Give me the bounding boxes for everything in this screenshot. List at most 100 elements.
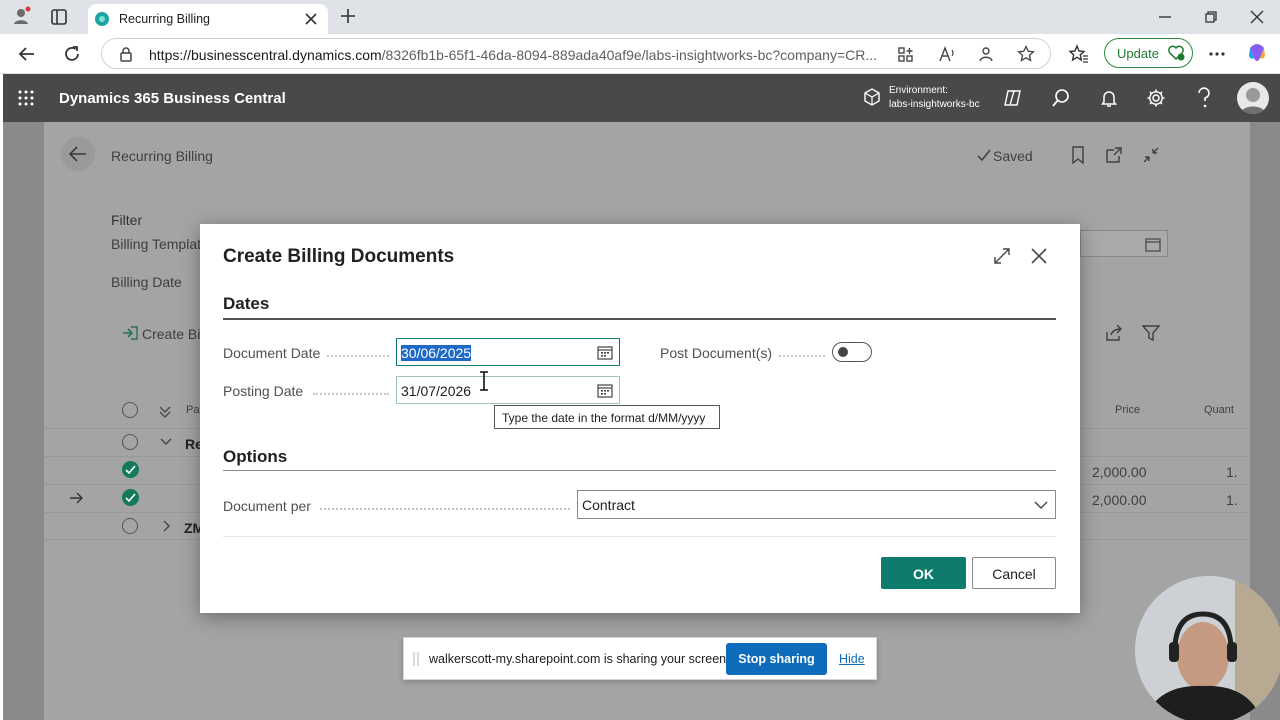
- presenter-webcam-image: [1135, 576, 1280, 720]
- document-per-select[interactable]: Contract: [577, 490, 1056, 519]
- copilot-persona-icon[interactable]: [978, 46, 995, 63]
- address-bar[interactable]: https://businesscentral.dynamics.com/832…: [101, 38, 1051, 69]
- row-selected-check-icon[interactable]: [122, 489, 139, 506]
- row-price: 2,000.00: [1092, 492, 1147, 508]
- tab-close-icon[interactable]: [304, 12, 318, 26]
- cancel-button[interactable]: Cancel: [972, 557, 1056, 589]
- sharing-message: walkerscott-my.sharepoint.com is sharing…: [429, 652, 730, 666]
- stop-sharing-label: Stop sharing: [738, 652, 815, 666]
- settings-gear-icon[interactable]: [1146, 88, 1166, 108]
- ok-button[interactable]: OK: [881, 557, 966, 589]
- help-icon[interactable]: [1196, 87, 1212, 109]
- options-section-heading[interactable]: Options: [223, 447, 287, 467]
- post-documents-toggle[interactable]: [832, 342, 872, 362]
- update-button[interactable]: Update: [1104, 38, 1193, 68]
- refresh-icon[interactable]: [62, 44, 82, 64]
- environment-icon: [863, 88, 881, 106]
- row-price: 2,000.00: [1092, 464, 1147, 480]
- back-icon[interactable]: [17, 44, 37, 64]
- document-per-label: Document per: [223, 498, 311, 514]
- drag-handle-icon[interactable]: [413, 651, 419, 667]
- document-date-label: Document Date: [223, 345, 321, 361]
- ok-label: OK: [913, 566, 934, 582]
- column-header-price[interactable]: Price: [1115, 404, 1140, 416]
- row-selected-check-icon[interactable]: [122, 461, 139, 478]
- create-billing-action-icon: [122, 325, 138, 341]
- bookmark-icon[interactable]: [1071, 146, 1085, 164]
- calendar-icon[interactable]: [597, 345, 613, 360]
- cancel-label: Cancel: [992, 566, 1036, 582]
- footer-divider: [223, 536, 1056, 537]
- posting-date-field[interactable]: 31/07/2026: [396, 376, 620, 404]
- posting-date-label: Posting Date: [223, 383, 304, 399]
- row-select-radio[interactable]: [122, 518, 138, 534]
- expand-dialog-icon[interactable]: [993, 247, 1011, 265]
- url-text[interactable]: https://businesscentral.dynamics.com/832…: [149, 47, 877, 63]
- document-date-field[interactable]: 30/06/2025: [396, 338, 620, 366]
- dialog-title: Create Billing Documents: [223, 246, 455, 267]
- app-header: Dynamics 365 Business Central Environmen…: [3, 74, 1280, 122]
- site-info-lock-icon[interactable]: [118, 46, 134, 62]
- label-leader-dots: [320, 508, 570, 510]
- create-billing-documents-dialog: Create Billing Documents Dates Document …: [200, 224, 1080, 613]
- copilot-icon[interactable]: [1246, 42, 1268, 64]
- open-new-window-icon[interactable]: [1105, 146, 1123, 164]
- toggle-knob: [838, 347, 848, 357]
- more-options-icon[interactable]: [1208, 45, 1226, 63]
- copilot-app-icon[interactable]: [1003, 88, 1023, 108]
- filter-funnel-icon[interactable]: [1142, 324, 1160, 342]
- collapse-icon[interactable]: [1142, 146, 1160, 164]
- restore-icon[interactable]: [1204, 10, 1218, 24]
- new-tab-icon[interactable]: [339, 7, 357, 25]
- post-documents-label: Post Document(s): [660, 345, 773, 361]
- notifications-bell-icon[interactable]: [1099, 88, 1119, 108]
- app-launcher-waffle-icon[interactable]: [17, 89, 35, 107]
- chevron-down-icon[interactable]: [160, 436, 172, 448]
- back-button[interactable]: [61, 137, 95, 171]
- window-close-icon[interactable]: [1250, 10, 1264, 24]
- tab-actions-icon[interactable]: [50, 8, 68, 26]
- close-dialog-icon[interactable]: [1030, 247, 1048, 265]
- favorites-icon[interactable]: [1069, 44, 1089, 64]
- chevron-down-icon: [1034, 501, 1048, 509]
- user-avatar[interactable]: [1237, 82, 1269, 114]
- row-select-radio[interactable]: [122, 434, 138, 450]
- browser-toolbar: https://businesscentral.dynamics.com/832…: [0, 34, 1280, 74]
- app-available-icon[interactable]: [897, 46, 914, 63]
- create-billing-action[interactable]: Create Bil: [142, 326, 203, 342]
- environment-label: Environment:: [889, 85, 948, 96]
- billing-date-filter-field[interactable]: [1080, 230, 1168, 257]
- document-date-value: 30/06/2025: [401, 345, 472, 361]
- section-divider: [223, 318, 1056, 320]
- profile-icon[interactable]: [12, 6, 32, 26]
- tab-title: Recurring Billing: [119, 12, 211, 26]
- browser-tab-active[interactable]: Recurring Billing: [88, 4, 328, 34]
- column-header-pa[interactable]: Pa: [186, 404, 199, 416]
- search-icon[interactable]: [1051, 88, 1071, 108]
- read-aloud-icon[interactable]: [938, 46, 956, 63]
- select-all-radio[interactable]: [122, 402, 138, 418]
- saved-check-icon: [976, 147, 992, 163]
- billing-date-label: Billing Date: [111, 274, 182, 290]
- environment-info[interactable]: Environment: labs-insightworks-bc: [889, 84, 980, 112]
- update-label: Update: [1117, 46, 1159, 61]
- dates-section-heading[interactable]: Dates: [223, 294, 269, 314]
- collapse-all-chevrons-icon[interactable]: [158, 405, 172, 419]
- app-name: Dynamics 365 Business Central: [59, 90, 286, 107]
- back-arrow-icon: [69, 146, 86, 162]
- chevron-right-icon[interactable]: [161, 520, 173, 532]
- hide-link[interactable]: Hide: [839, 652, 865, 666]
- stop-sharing-button[interactable]: Stop sharing: [726, 643, 827, 675]
- url-path: /8326fb1b-65f1-46da-8094-889ada40af9e/la…: [381, 47, 878, 63]
- label-leader-dots: [313, 393, 389, 395]
- business-central-favicon-icon: [94, 11, 110, 27]
- saved-status: Saved: [993, 148, 1033, 164]
- minimize-icon[interactable]: [1158, 10, 1172, 24]
- billing-template-label: Billing Templat: [111, 236, 202, 252]
- share-icon[interactable]: [1105, 324, 1123, 342]
- calendar-icon[interactable]: [597, 383, 613, 398]
- favorite-star-icon[interactable]: [1017, 45, 1035, 63]
- calendar-icon: [1145, 238, 1161, 252]
- column-header-quantity[interactable]: Quant: [1204, 404, 1234, 416]
- posting-date-value: 31/07/2026: [401, 383, 472, 399]
